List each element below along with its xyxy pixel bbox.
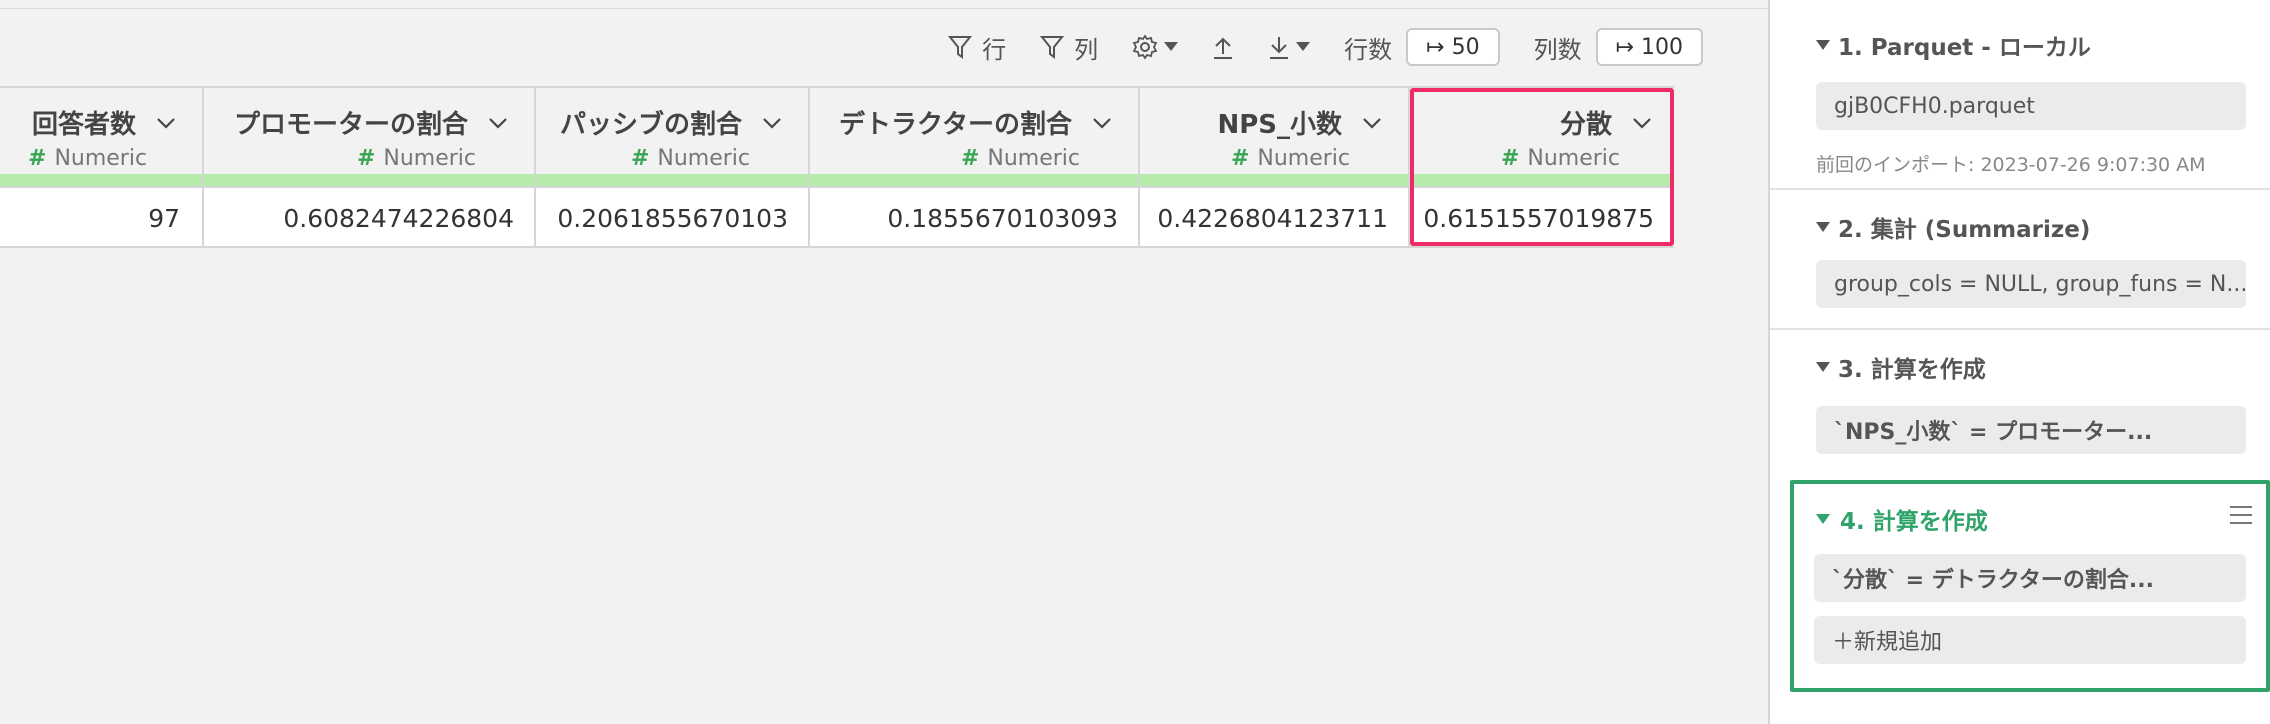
column-name: デトラクターの割合 bbox=[839, 110, 1072, 140]
table-cell[interactable]: 97 bbox=[0, 186, 202, 248]
chevron-down-icon[interactable] bbox=[156, 117, 176, 129]
column-header[interactable]: 回答者数 # Numeric bbox=[0, 86, 202, 174]
step-title: 4. 計算を作成 bbox=[1840, 509, 1988, 535]
column-type: Numeric bbox=[54, 146, 148, 171]
numeric-type-icon: # bbox=[630, 146, 650, 171]
numeric-type-icon: # bbox=[960, 146, 980, 171]
data-grid-area: 行 列 行数 ↦ 50 列数 ↦ 100 回答者数 # Numeric 97 プ… bbox=[0, 0, 1768, 724]
column-type-bar bbox=[1140, 174, 1408, 186]
column-type: Numeric bbox=[987, 146, 1080, 171]
caret-down-icon bbox=[1296, 42, 1311, 51]
column-type-bar bbox=[0, 174, 202, 186]
table-cell[interactable]: 0.2061855670103 bbox=[536, 186, 808, 248]
chevron-down-icon[interactable] bbox=[1362, 117, 1382, 129]
column-type-bar bbox=[810, 174, 1138, 186]
filter-icon bbox=[1040, 36, 1065, 59]
caret-down-icon[interactable] bbox=[1816, 362, 1830, 372]
step-detail[interactable]: group_cols = NULL, group_funs = N... bbox=[1816, 260, 2246, 308]
cell-value: 0.2061855670103 bbox=[557, 204, 788, 233]
settings-menu-button[interactable] bbox=[1132, 34, 1179, 60]
step-item[interactable]: 3. 計算を作成 `NPS_小数` = プロモーター... bbox=[1770, 330, 2270, 480]
cell-value: 97 bbox=[148, 204, 180, 233]
column-header[interactable]: NPS_小数 # Numeric bbox=[1140, 86, 1408, 174]
numeric-type-icon: # bbox=[1500, 146, 1520, 171]
step-title: 2. 集計 (Summarize) bbox=[1838, 217, 2091, 243]
column-header[interactable]: デトラクターの割合 # Numeric bbox=[810, 86, 1138, 174]
columns-count-button[interactable]: ↦ 100 bbox=[1595, 28, 1703, 66]
chevron-down-icon[interactable] bbox=[762, 117, 782, 129]
column-filter-label: 列 bbox=[1074, 35, 1099, 64]
table-cell[interactable]: 0.4226804123711 bbox=[1140, 186, 1408, 248]
row-filter-button[interactable]: 行 bbox=[948, 30, 1006, 65]
numeric-type-icon: # bbox=[356, 146, 376, 171]
column-name: 回答者数 bbox=[31, 110, 136, 140]
step-title: 1. Parquet - ローカル bbox=[1838, 35, 2091, 61]
last-import-time: 前回のインポート: 2023-07-26 9:07:30 AM bbox=[1816, 154, 2206, 176]
columns-count-label: 列数 bbox=[1533, 35, 1582, 64]
numeric-type-icon: # bbox=[1230, 146, 1250, 171]
table-cell[interactable]: 0.6082474226804 bbox=[204, 186, 534, 248]
rows-count-button[interactable]: ↦ 50 bbox=[1406, 28, 1500, 66]
table-column: NPS_小数 # Numeric 0.4226804123711 bbox=[1140, 86, 1410, 248]
table-column: デトラクターの割合 # Numeric 0.1855670103093 bbox=[810, 86, 1140, 248]
caret-down-icon[interactable] bbox=[1816, 40, 1830, 50]
column-type: Numeric bbox=[1257, 146, 1350, 171]
cell-value: 0.6151557019875 bbox=[1423, 204, 1654, 233]
table-column: 分散 # Numeric 0.6151557019875 bbox=[1410, 86, 1674, 248]
column-name: 分散 bbox=[1559, 110, 1612, 140]
column-name: プロモーターの割合 bbox=[233, 110, 468, 140]
column-header[interactable]: プロモーターの割合 # Numeric bbox=[204, 86, 534, 174]
caret-down-icon[interactable] bbox=[1816, 222, 1830, 232]
caret-down-icon[interactable] bbox=[1816, 514, 1830, 524]
chevron-down-icon[interactable] bbox=[488, 117, 508, 129]
step-detail[interactable]: `分散` = デトラクターの割合... bbox=[1814, 554, 2246, 602]
cell-value: 0.1855670103093 bbox=[887, 204, 1118, 233]
upload-button[interactable] bbox=[1212, 34, 1234, 60]
column-type-bar bbox=[536, 174, 808, 186]
steps-panel: 1. Parquet - ローカル gjB0CFH0.parquet 前回のイン… bbox=[1770, 0, 2270, 724]
arrow-up-icon bbox=[1214, 37, 1233, 59]
step-item[interactable]: 1. Parquet - ローカル gjB0CFH0.parquet 前回のイン… bbox=[1770, 0, 2270, 190]
step-detail[interactable]: gjB0CFH0.parquet bbox=[1816, 82, 2246, 130]
step-detail[interactable]: `NPS_小数` = プロモーター... bbox=[1816, 406, 2246, 454]
step-item-active[interactable]: 4. 計算を作成 `分散` = デトラクターの割合... ＋新規追加 bbox=[1790, 480, 2270, 692]
table-cell[interactable]: 0.1855670103093 bbox=[810, 186, 1138, 248]
step-title: 3. 計算を作成 bbox=[1838, 357, 1986, 383]
table-column: パッシブの割合 # Numeric 0.2061855670103 bbox=[536, 86, 810, 248]
column-type-bar bbox=[1410, 174, 1674, 186]
numeric-type-icon: # bbox=[28, 146, 47, 171]
column-header[interactable]: パッシブの割合 # Numeric bbox=[536, 86, 808, 174]
gear-icon bbox=[1132, 34, 1158, 60]
arrow-down-icon bbox=[1270, 37, 1289, 59]
column-header[interactable]: 分散 # Numeric bbox=[1410, 86, 1674, 174]
cell-value: 0.4226804123711 bbox=[1157, 204, 1388, 233]
rows-count-label: 行数 bbox=[1344, 35, 1393, 64]
filter-icon bbox=[948, 36, 973, 59]
add-new-step-button[interactable]: ＋新規追加 bbox=[1814, 616, 2246, 664]
caret-down-icon bbox=[1164, 42, 1179, 51]
row-filter-label: 行 bbox=[982, 35, 1007, 64]
column-name: NPS_小数 bbox=[1217, 110, 1342, 140]
chevron-down-icon[interactable] bbox=[1632, 117, 1652, 129]
column-type-bar bbox=[204, 174, 534, 186]
top-divider bbox=[0, 8, 1768, 9]
column-type: Numeric bbox=[657, 146, 750, 171]
chevron-down-icon[interactable] bbox=[1092, 117, 1112, 129]
hamburger-menu-icon[interactable] bbox=[2230, 506, 2252, 530]
column-type: Numeric bbox=[383, 146, 476, 171]
step-item[interactable]: 2. 集計 (Summarize) group_cols = NULL, gro… bbox=[1770, 190, 2270, 330]
column-type: Numeric bbox=[1527, 146, 1620, 171]
table-column: 回答者数 # Numeric 97 bbox=[0, 86, 204, 248]
grid-toolbar: 行 列 行数 ↦ 50 列数 ↦ 100 bbox=[948, 24, 1703, 70]
cell-value: 0.6082474226804 bbox=[283, 204, 514, 233]
column-filter-button[interactable]: 列 bbox=[1040, 30, 1098, 65]
table-cell[interactable]: 0.6151557019875 bbox=[1410, 186, 1674, 248]
download-menu-button[interactable] bbox=[1268, 34, 1311, 60]
column-name: パッシブの割合 bbox=[559, 110, 742, 140]
table-column: プロモーターの割合 # Numeric 0.6082474226804 bbox=[204, 86, 536, 248]
